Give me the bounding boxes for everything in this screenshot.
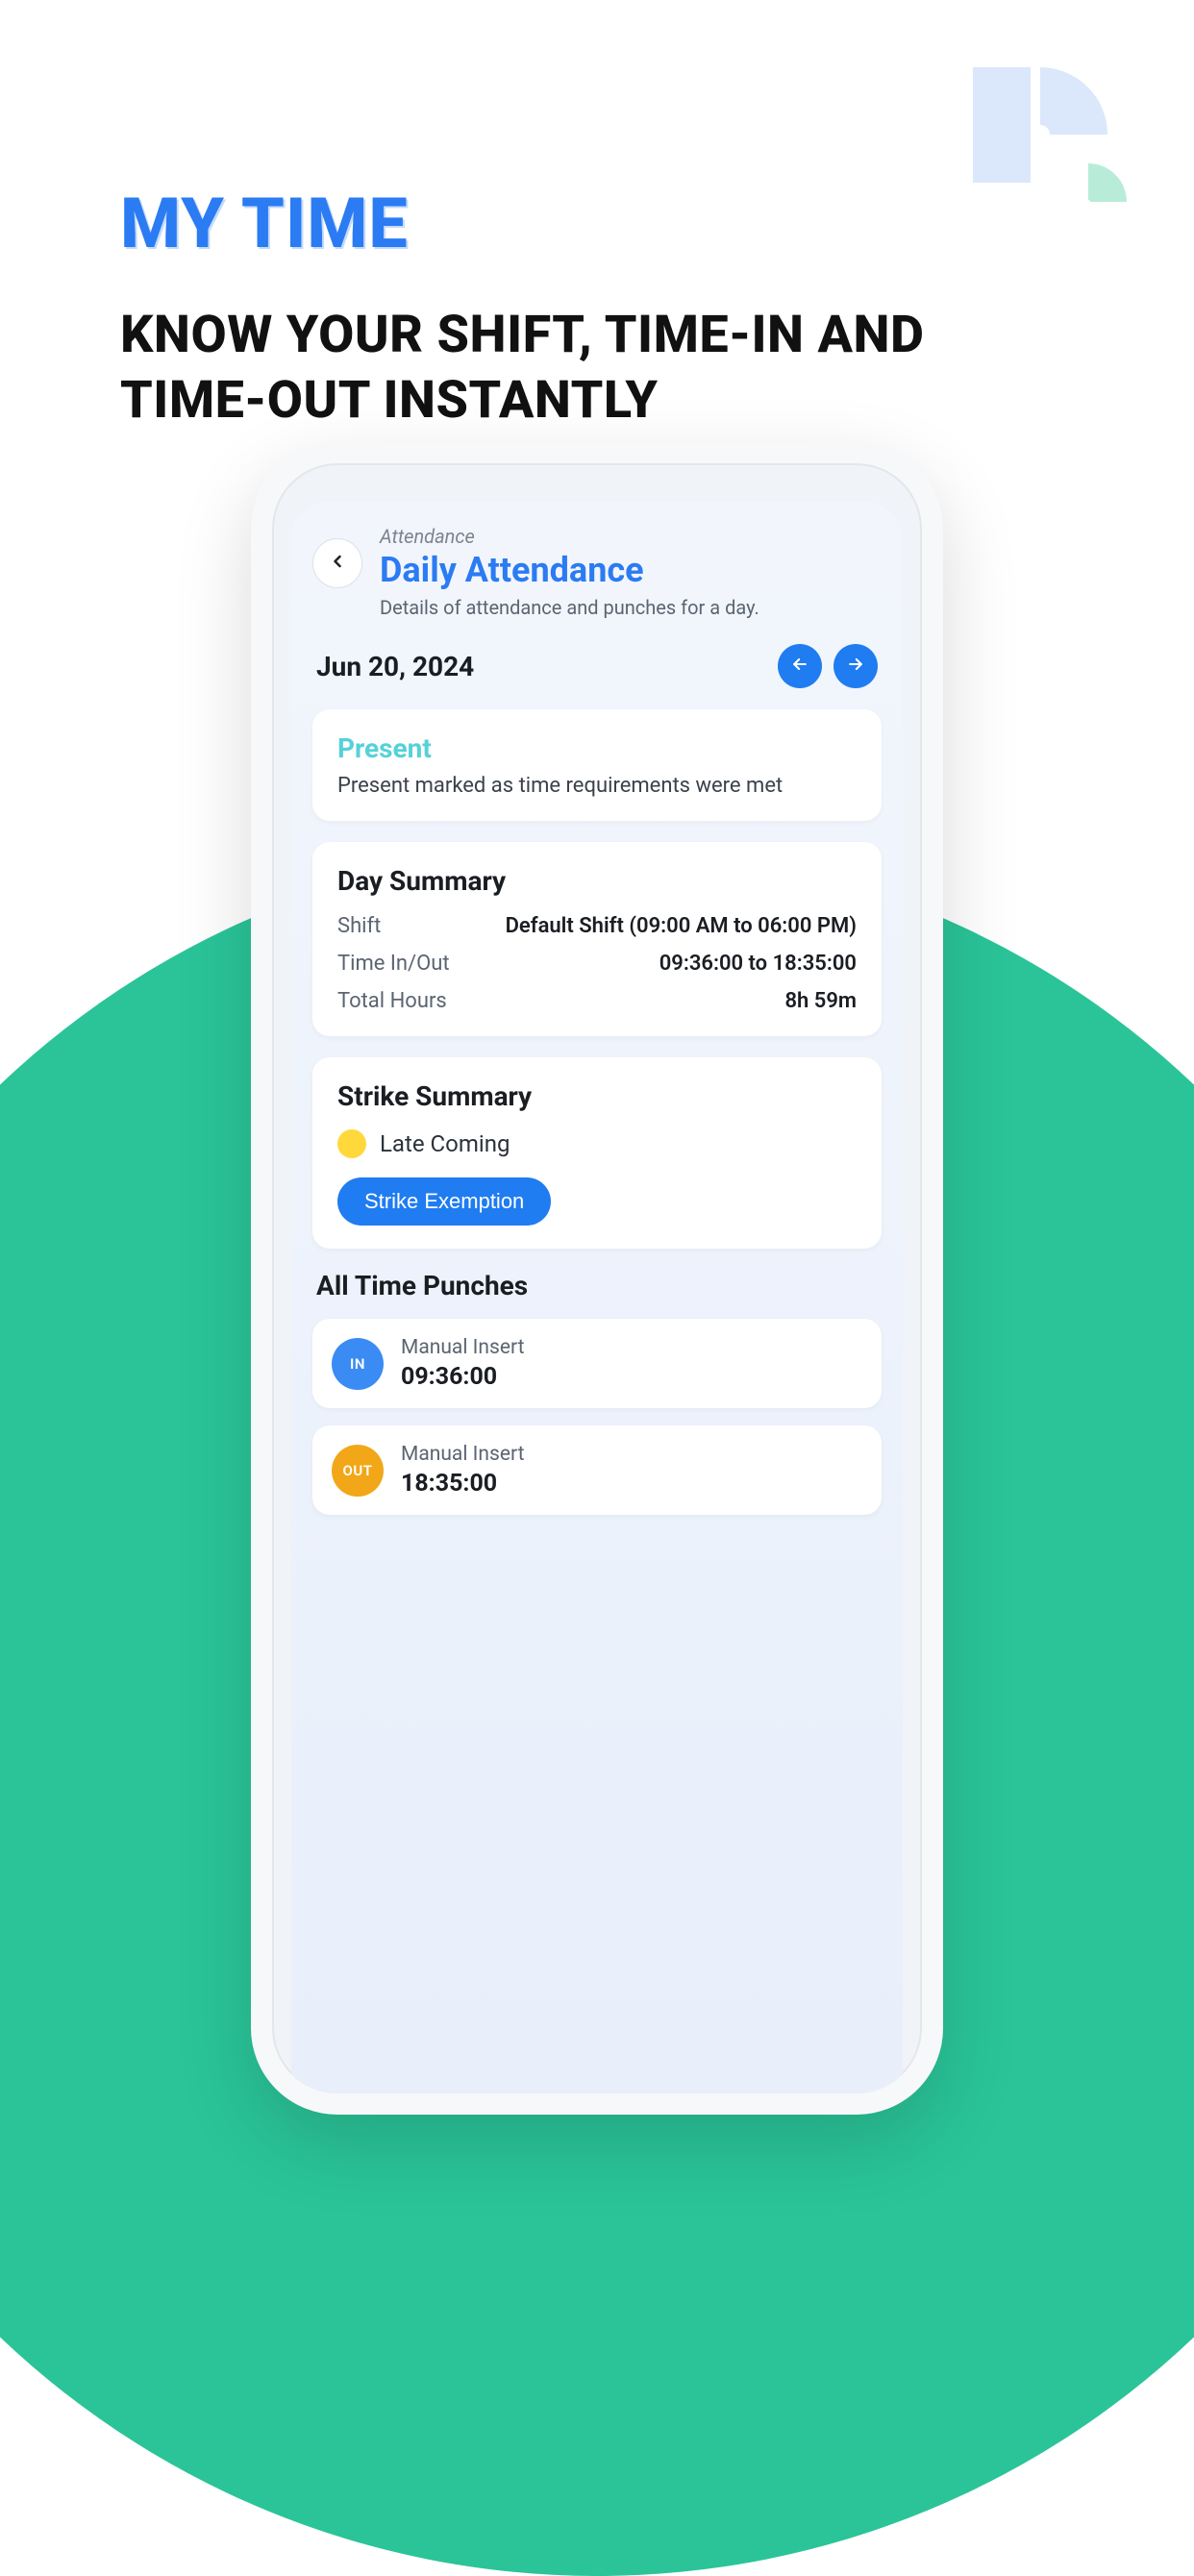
date-label: Jun 20, 2024 — [316, 651, 474, 682]
summary-key: Shift — [337, 914, 381, 938]
strike-item-label: Late Coming — [380, 1130, 510, 1157]
warning-dot-icon — [337, 1129, 366, 1158]
phone-mockup: Attendance Daily Attendance Details of a… — [251, 442, 943, 2115]
summary-key: Total Hours — [337, 989, 447, 1013]
summary-value: 8h 59m — [784, 989, 857, 1013]
hero-subtitle: KNOW YOUR SHIFT, TIME-IN AND TIME-OUT IN… — [120, 303, 1074, 433]
next-day-button[interactable] — [833, 644, 878, 688]
status-description: Present marked as time requirements were… — [337, 774, 857, 798]
strike-exemption-button[interactable]: Strike Exemption — [337, 1177, 551, 1226]
summary-row: Shift Default Shift (09:00 AM to 06:00 P… — [337, 914, 857, 938]
summary-row: Total Hours 8h 59m — [337, 989, 857, 1013]
punch-row[interactable]: IN Manual Insert 09:36:00 — [312, 1319, 882, 1408]
punch-time: 18:35:00 — [401, 1470, 524, 1498]
chevron-left-icon — [328, 550, 347, 577]
strike-summary-title: Strike Summary — [337, 1080, 857, 1112]
punch-direction-badge: IN — [332, 1338, 384, 1390]
punch-source: Manual Insert — [401, 1443, 524, 1466]
summary-value: 09:36:00 to 18:35:00 — [659, 952, 857, 976]
punch-row[interactable]: OUT Manual Insert 18:35:00 — [312, 1425, 882, 1515]
summary-key: Time In/Out — [337, 952, 450, 976]
page-subtitle: Details of attendance and punches for a … — [380, 596, 759, 619]
page-title: Daily Attendance — [380, 550, 759, 590]
breadcrumb: Attendance — [380, 525, 759, 548]
status-label: Present — [337, 732, 857, 764]
punch-source: Manual Insert — [401, 1336, 524, 1359]
summary-value: Default Shift (09:00 AM to 06:00 PM) — [506, 914, 857, 938]
arrow-right-icon — [846, 655, 865, 678]
summary-row: Time In/Out 09:36:00 to 18:35:00 — [337, 952, 857, 976]
punch-direction-badge: OUT — [332, 1445, 384, 1497]
status-card: Present Present marked as time requireme… — [312, 709, 882, 821]
day-summary-card: Day Summary Shift Default Shift (09:00 A… — [312, 842, 882, 1036]
punches-title: All Time Punches — [316, 1270, 878, 1301]
strike-summary-card: Strike Summary Late Coming Strike Exempt… — [312, 1057, 882, 1249]
punch-time: 09:36:00 — [401, 1363, 524, 1391]
app-screen: Attendance Daily Attendance Details of a… — [291, 502, 903, 2093]
back-button[interactable] — [312, 538, 362, 588]
arrow-left-icon — [790, 655, 809, 678]
day-summary-title: Day Summary — [337, 865, 857, 897]
hero-title: MY TIME — [120, 183, 1074, 264]
prev-day-button[interactable] — [778, 644, 822, 688]
